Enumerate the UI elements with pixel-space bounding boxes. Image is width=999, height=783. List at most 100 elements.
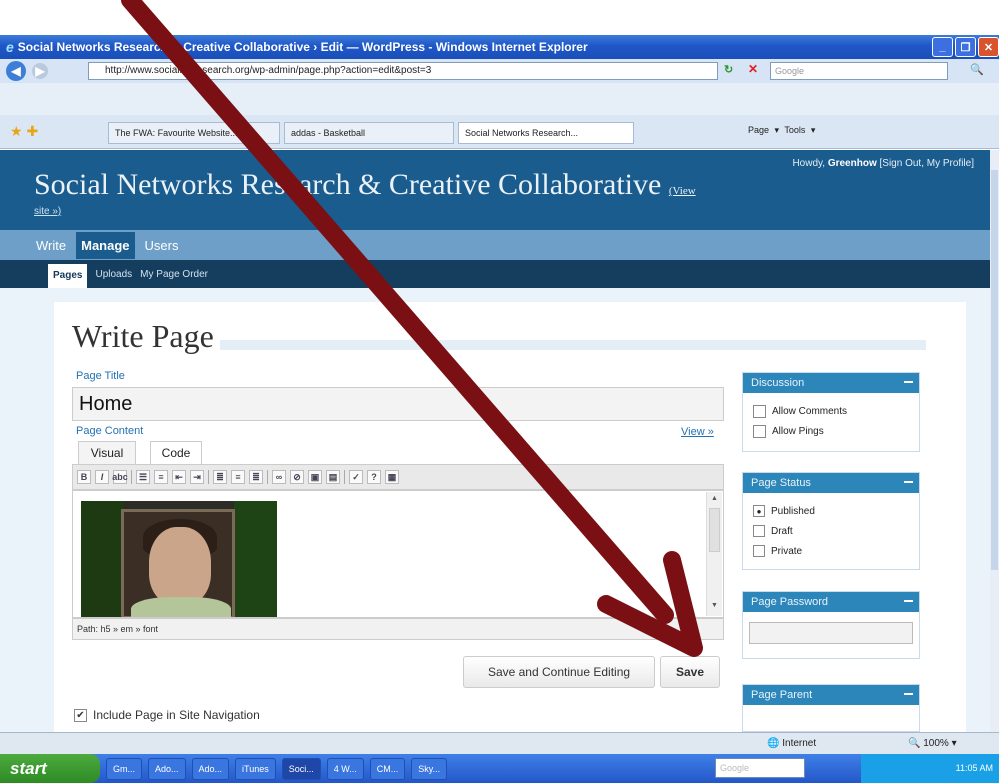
minimize-button[interactable]: _ <box>932 37 953 57</box>
include-nav-checkbox[interactable]: ✔ <box>74 708 87 722</box>
search-input[interactable]: Google <box>770 62 948 80</box>
tab-code[interactable]: Code <box>150 441 202 465</box>
menu-write[interactable]: Write <box>36 238 66 253</box>
help-icon[interactable]: ? <box>367 470 381 484</box>
editor-toolbar: B I abc ☰ ≡ ⇤ ⇥ ≣ ≡ ≣ ∞ ⊘ ▣ ▤ ✓ ? ▦ <box>72 464 724 490</box>
wp-main-menu: Write Manage Users <box>0 230 990 260</box>
save-continue-button[interactable]: Save and Continue Editing <box>463 656 655 688</box>
zoom-level[interactable]: 🔍 100% ▾ <box>908 738 957 749</box>
ie-logo-icon: e <box>6 39 14 55</box>
private-radio[interactable] <box>753 545 765 557</box>
tab-social-networks[interactable]: Social Networks Research... <box>458 122 634 144</box>
page-title-input[interactable]: Home <box>72 387 724 421</box>
scroll-up-icon[interactable]: ▲ <box>711 495 718 502</box>
clock: 11:05 AM <box>955 763 993 773</box>
save-button[interactable]: Save <box>660 656 720 688</box>
allow-pings-option[interactable]: Allow Pings <box>743 421 919 441</box>
allow-pings-checkbox[interactable] <box>753 424 766 438</box>
task-social[interactable]: Soci... <box>281 757 321 780</box>
username: Greenhow <box>827 158 877 169</box>
kitchen-sink-icon[interactable]: ▦ <box>385 470 399 484</box>
indent-icon[interactable]: ⇥ <box>190 470 204 484</box>
forward-button[interactable]: ▶ <box>32 63 48 79</box>
tab-visual[interactable]: Visual <box>78 441 136 465</box>
ie-tools-menu[interactable]: Page ▾ Tools ▾ <box>748 125 815 136</box>
submenu-uploads[interactable]: Uploads <box>95 269 132 288</box>
bold-icon[interactable]: B <box>77 470 91 484</box>
page-parent-header[interactable]: Page Parent <box>743 685 919 705</box>
discussion-box: Discussion Allow Comments Allow Pings <box>742 372 920 452</box>
task-windows[interactable]: 4 W... <box>326 757 364 780</box>
status-private-option[interactable]: Private <box>743 541 919 561</box>
back-button[interactable]: ◀ <box>6 61 26 81</box>
task-cm[interactable]: CM... <box>369 757 406 780</box>
align-center-icon[interactable]: ≡ <box>231 470 245 484</box>
start-button[interactable]: start <box>0 754 100 783</box>
status-draft-option[interactable]: Draft <box>743 521 919 541</box>
bullet-list-icon[interactable]: ☰ <box>136 470 150 484</box>
refresh-icon[interactable]: ↻ <box>724 63 733 76</box>
task-adobe-1[interactable]: Ado... <box>148 757 186 780</box>
unlink-icon[interactable]: ⊘ <box>290 470 304 484</box>
collapse-icon[interactable] <box>904 693 913 695</box>
spellcheck-icon[interactable]: ✓ <box>349 470 363 484</box>
strikethrough-icon[interactable]: abc <box>112 470 128 484</box>
allow-comments-checkbox[interactable] <box>753 404 766 418</box>
site-title: Social Networks Research & Creative Coll… <box>34 168 696 201</box>
align-left-icon[interactable]: ≣ <box>213 470 227 484</box>
system-tray: 11:05 AM <box>861 754 999 783</box>
content-photo <box>81 501 277 617</box>
ie-statusbar: 🌐 Internet 🔍 100% ▾ <box>0 732 999 754</box>
allow-comments-option[interactable]: Allow Comments <box>743 401 919 421</box>
tab-row: ★ ✚ The FWA: Favourite Website... addas … <box>0 115 999 149</box>
menu-users[interactable]: Users <box>145 238 179 253</box>
taskbar-search-input[interactable]: Google <box>715 758 805 778</box>
submenu-pages[interactable]: Pages <box>48 264 88 288</box>
task-itunes[interactable]: iTunes <box>235 757 276 780</box>
page-password-box: Page Password <box>742 591 920 659</box>
view-site-link-2[interactable]: site ») <box>34 206 61 217</box>
task-gmail[interactable]: Gm... <box>106 757 142 780</box>
more-icon[interactable]: ▤ <box>326 470 340 484</box>
user-links[interactable]: [Sign Out, My Profile] <box>880 158 974 169</box>
collapse-icon[interactable] <box>904 600 913 602</box>
published-radio[interactable]: ● <box>753 505 765 517</box>
window-titlebar: e Social Networks Research & Creative Co… <box>0 35 999 59</box>
page-status-header[interactable]: Page Status <box>743 473 919 493</box>
tab-addas[interactable]: addas - Basketball <box>284 122 454 144</box>
page-status-box: Page Status ● Published Draft Private <box>742 472 920 570</box>
submenu-page-order[interactable]: My Page Order <box>140 269 208 288</box>
maximize-button[interactable]: ❐ <box>955 37 976 57</box>
page-password-input[interactable] <box>749 622 913 644</box>
collapse-icon[interactable] <box>904 481 913 483</box>
tab-fwa[interactable]: The FWA: Favourite Website... <box>108 122 280 144</box>
scroll-down-icon[interactable]: ▼ <box>711 602 718 609</box>
task-adobe-2[interactable]: Ado... <box>191 757 230 780</box>
view-page-link[interactable]: View » <box>681 426 714 438</box>
collapse-icon[interactable] <box>904 381 913 383</box>
page-heading: Write Page <box>72 318 214 354</box>
editor-scrollbar[interactable]: ▲ ▼ <box>706 492 722 616</box>
stop-icon[interactable]: ✕ <box>748 62 758 76</box>
italic-icon[interactable]: I <box>95 470 109 484</box>
task-skype[interactable]: Sky... <box>411 757 448 780</box>
favorites-star-icon[interactable]: ★ ✚ <box>10 123 38 140</box>
draft-radio[interactable] <box>753 525 765 537</box>
align-right-icon[interactable]: ≣ <box>249 470 263 484</box>
status-published-option[interactable]: ● Published <box>743 501 919 521</box>
image-icon[interactable]: ▣ <box>308 470 322 484</box>
view-site-link[interactable]: (View <box>669 185 696 197</box>
link-icon[interactable]: ∞ <box>272 470 286 484</box>
menu-manage[interactable]: Manage <box>76 231 135 259</box>
include-nav-option[interactable]: ✔ Include Page in Site Navigation <box>74 708 260 722</box>
close-button[interactable]: ✕ <box>978 37 999 57</box>
address-bar[interactable]: http://www.socialnetresearch.org/wp-admi… <box>88 62 718 80</box>
page-password-header[interactable]: Page Password <box>743 592 919 612</box>
page-scrollbar[interactable] <box>990 150 999 732</box>
numbered-list-icon[interactable]: ≡ <box>154 470 168 484</box>
search-icon[interactable]: 🔍 <box>970 63 984 76</box>
outdent-icon[interactable]: ⇤ <box>172 470 186 484</box>
content-editor[interactable] <box>72 490 724 618</box>
address-toolbar: ◀ ▶ http://www.socialnetresearch.org/wp-… <box>0 59 999 83</box>
discussion-header[interactable]: Discussion <box>743 373 919 393</box>
